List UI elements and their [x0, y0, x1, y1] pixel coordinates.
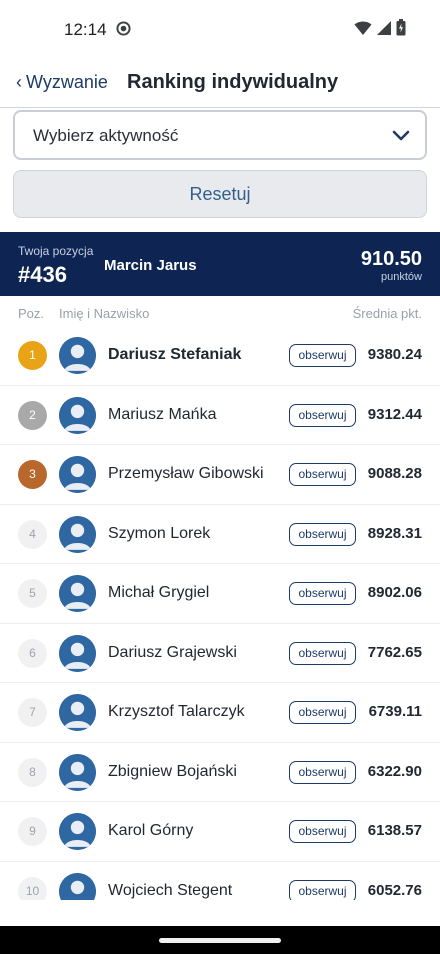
battery-icon	[396, 19, 406, 36]
position-badge: 7	[18, 698, 47, 727]
wifi-icon	[354, 21, 372, 35]
ranking-row[interactable]: 7 Krzysztof Talarczyk obserwuj 6739.11	[0, 683, 440, 743]
player-score: 9312.44	[367, 405, 422, 423]
follow-button[interactable]: obserwuj	[289, 403, 356, 427]
player-score: 6739.11	[368, 703, 422, 720]
my-position-unit: punktów	[381, 271, 422, 283]
column-headers: Poz. Imię i Nazwisko Średnia pkt.	[0, 306, 440, 326]
avatar-icon	[59, 575, 96, 612]
player-score: 7762.65	[367, 643, 422, 661]
follow-button[interactable]: obserwuj	[289, 820, 356, 843]
ranking-row[interactable]: 9 Karol Górny obserwuj 6138.57	[0, 802, 440, 862]
chevron-left-icon: ‹	[16, 72, 22, 92]
column-name: Imię i Nazwisko	[59, 306, 150, 321]
ranking-row[interactable]: 1 Dariusz Stefaniak obserwuj 9380.24	[0, 326, 440, 386]
my-position-label: Twoja pozycja	[18, 244, 94, 258]
avatar-icon	[59, 337, 96, 374]
back-button[interactable]: ‹ Wyzwanie	[16, 72, 108, 93]
follow-button[interactable]: obserwuj	[289, 701, 356, 724]
follow-button[interactable]: obserwuj	[289, 522, 356, 546]
player-score: 9380.24	[367, 346, 422, 363]
player-score: 9088.28	[367, 465, 422, 482]
avatar-icon	[59, 634, 96, 672]
ranking-row[interactable]: 4 Szymon Lorek obserwuj 8928.31	[0, 505, 440, 564]
chevron-down-icon	[392, 130, 410, 141]
position-badge: 10	[18, 876, 47, 900]
follow-button[interactable]: obserwuj	[289, 582, 356, 605]
position-badge: 3	[18, 460, 47, 489]
position-badge: 9	[18, 817, 47, 846]
home-indicator[interactable]	[159, 938, 281, 943]
ranking-row[interactable]: 2 Mariusz Mańka obserwuj 9312.44	[0, 386, 440, 445]
player-name: Dariusz Grajewski	[108, 643, 237, 661]
ranking-row[interactable]: 6 Dariusz Grajewski obserwuj 7762.65	[0, 624, 440, 683]
follow-button[interactable]: obserwuj	[289, 879, 356, 900]
status-icons	[354, 19, 406, 36]
player-name: Michał Grygiel	[108, 584, 210, 601]
position-badge: 4	[18, 519, 47, 549]
follow-button[interactable]: obserwuj	[289, 463, 356, 486]
player-score: 6322.90	[367, 762, 422, 780]
player-score: 6138.57	[367, 822, 422, 839]
signal-icon	[377, 20, 391, 35]
page-title: Ranking indywidualny	[127, 71, 339, 93]
follow-button[interactable]: obserwuj	[289, 641, 356, 665]
my-position-rank: #436	[18, 262, 67, 287]
ranking-row[interactable]: 10 Wojciech Stegent obserwuj 6052.76	[0, 862, 440, 900]
status-bar: 12:14	[0, 0, 440, 56]
ranking-row[interactable]: 5 Michał Grygiel obserwuj 8902.06	[0, 564, 440, 624]
position-badge: 8	[18, 757, 47, 787]
follow-button[interactable]: obserwuj	[289, 344, 356, 367]
player-name: Przemysław Gibowski	[108, 465, 264, 482]
player-score: 8902.06	[367, 584, 422, 601]
ranking-list[interactable]: 1 Dariusz Stefaniak obserwuj 9380.24 2 M…	[0, 326, 440, 900]
avatar-icon	[59, 694, 96, 731]
notification-icon	[116, 21, 131, 36]
player-name: Zbigniew Bojański	[108, 762, 237, 780]
player-score: 6052.76	[367, 881, 422, 899]
position-badge: 6	[18, 638, 47, 668]
avatar-icon	[59, 396, 96, 434]
back-label: Wyzwanie	[26, 72, 108, 92]
player-name: Szymon Lorek	[108, 524, 211, 542]
player-name: Mariusz Mańka	[108, 405, 217, 423]
player-name: Karol Górny	[108, 822, 194, 839]
my-position-score: 910.50	[360, 248, 422, 270]
player-name: Wojciech Stegent	[108, 881, 233, 899]
my-position-name: Marcin Jarus	[104, 257, 197, 274]
top-nav: ‹ Wyzwanie Ranking indywidualny	[0, 56, 440, 108]
follow-button[interactable]: obserwuj	[289, 760, 356, 784]
avatar-icon	[59, 515, 96, 553]
player-name: Krzysztof Talarczyk	[108, 703, 245, 720]
ranking-row[interactable]: 8 Zbigniew Bojański obserwuj 6322.90	[0, 743, 440, 802]
avatar-icon	[59, 872, 96, 900]
system-nav-bar	[0, 926, 440, 954]
column-average: Średnia pkt.	[352, 306, 422, 321]
position-badge: 2	[18, 400, 47, 430]
activity-select-label: Wybierz aktywność	[33, 126, 179, 145]
avatar-icon	[59, 753, 96, 791]
player-name: Dariusz Stefaniak	[108, 346, 242, 363]
reset-button[interactable]: Resetuj	[13, 170, 427, 218]
column-position: Poz.	[18, 306, 45, 321]
avatar-icon	[59, 456, 96, 493]
avatar-icon	[59, 813, 96, 850]
position-badge: 5	[18, 579, 47, 608]
position-badge: 1	[18, 341, 47, 370]
player-score: 8928.31	[367, 524, 422, 542]
status-time: 12:14	[64, 20, 107, 39]
activity-select[interactable]: Wybierz aktywność	[13, 110, 427, 160]
my-position-banner: Twoja pozycja #436 Marcin Jarus 910.50 p…	[0, 232, 440, 296]
ranking-row[interactable]: 3 Przemysław Gibowski obserwuj 9088.28	[0, 445, 440, 505]
